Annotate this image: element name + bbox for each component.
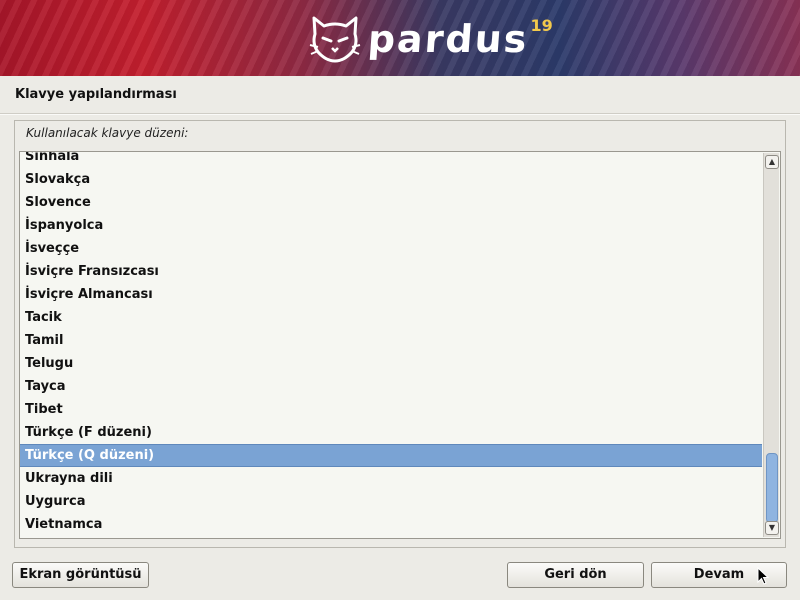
divider	[0, 113, 800, 115]
scrollbar-thumb[interactable]	[766, 453, 778, 523]
keyboard-layout-list[interactable]: Sinhala Slovakça Slovence İspanyolca İsv…	[19, 151, 781, 539]
mouse-pointer-icon	[757, 567, 769, 585]
list-item[interactable]: Uygurca	[20, 490, 762, 513]
arrow-down-icon[interactable]: ▼	[765, 521, 779, 535]
logo-text: pardus	[366, 17, 531, 61]
list-item-selected[interactable]: Türkçe (Q düzeni)	[20, 444, 762, 467]
cat-face-icon	[309, 16, 361, 63]
list-item[interactable]: İspanyolca	[20, 214, 762, 237]
list-item[interactable]: Tayca	[20, 375, 762, 398]
header-banner: pardus 19	[0, 0, 800, 76]
list-item[interactable]: Slovence	[20, 191, 762, 214]
back-button[interactable]: Geri dön	[507, 562, 644, 588]
list-item[interactable]: Tamil	[20, 329, 762, 352]
page-title: Klavye yapılandırması	[15, 87, 177, 102]
scrollbar[interactable]: ▲ ▼	[763, 153, 779, 537]
arrow-up-icon[interactable]: ▲	[765, 155, 779, 169]
list-item[interactable]: Sinhala	[20, 152, 762, 168]
list-prompt: Kullanılacak klavye düzeni:	[26, 126, 189, 140]
list-item[interactable]: Telugu	[20, 352, 762, 375]
list-item[interactable]: İsveççe	[20, 237, 762, 260]
list-item[interactable]: Vietnamca	[20, 513, 762, 536]
list-item[interactable]: Türkçe (F düzeni)	[20, 421, 762, 444]
list-item[interactable]: Ukrayna dili	[20, 467, 762, 490]
list-item[interactable]: İsviçre Almancası	[20, 283, 762, 306]
pardus-logo: pardus 19	[308, 10, 553, 68]
list-item[interactable]: Slovakça	[20, 168, 762, 191]
list-item[interactable]: Tacik	[20, 306, 762, 329]
list-items: Sinhala Slovakça Slovence İspanyolca İsv…	[20, 152, 762, 536]
screenshot-button[interactable]: Ekran görüntüsü	[12, 562, 149, 588]
list-item[interactable]: İsviçre Fransızcası	[20, 260, 762, 283]
list-item[interactable]: Tibet	[20, 398, 762, 421]
logo-version: 19	[530, 15, 553, 35]
